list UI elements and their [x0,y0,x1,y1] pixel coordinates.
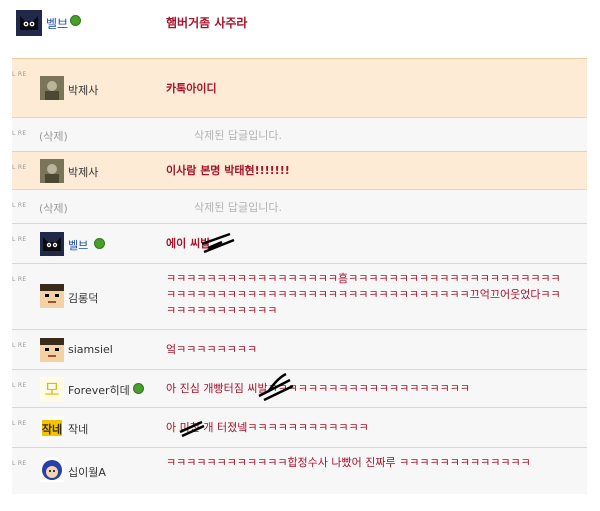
pixel-face-avatar-icon[interactable] [40,284,64,308]
comment-item: L RE 모 Forever히데 아 진심 개빵터짐 씨발ㅋㅋㅋㅋㅋㅋㅋㅋㅋㅋㅋ… [12,369,587,407]
comment-author-nickname[interactable]: 벨브 [68,237,88,253]
reply-marker-icon: L RE [12,420,27,427]
comment-text: 아 진심 개빵터짐 씨발ㅋㅋㅋㅋㅋㅋㅋㅋㅋㅋㅋㅋㅋㅋㅋㅋㅋㅋㅋㅋ [166,382,470,395]
deleted-comment-item: L RE (삭제) 삭제된 답글입니다. [12,117,587,151]
censor-scribble-icon [258,372,294,402]
comment-text: 엌ㅋㅋㅋㅋㅋㅋㅋㅋ [166,343,258,356]
jakne-text-icon[interactable]: 작네 [40,416,64,440]
comment-text: 카톡아이디 [166,82,217,95]
comment-author-nickname[interactable]: siamsiel [68,343,113,356]
comment-item: L RE 벨브 에이 씨발 [12,223,587,263]
comment-author-nickname[interactable]: 박제사 [68,82,98,98]
censor-scribble-icon [201,232,235,254]
reply-marker-icon: L RE [12,382,27,389]
comment-author-nickname[interactable]: Forever히데 [68,382,130,398]
reply-marker-icon: L RE [12,276,27,283]
comment-author-nickname[interactable]: 작네 [68,421,88,437]
deleted-comment-text: 삭제된 답글입니다. [194,201,282,214]
deleted-comment-text: 삭제된 답글입니다. [194,129,282,142]
comment-author-nickname[interactable]: 박제사 [68,164,98,180]
comment-item: L RE 작네 작네 아 미친 개 터졌넼ㅋㅋㅋㅋㅋㅋㅋㅋㅋㅋㅋㅋ [12,407,587,447]
reply-marker-icon: L RE [12,342,27,349]
reply-marker-icon: L RE [12,236,27,243]
comment-author-nickname[interactable]: 십이월A [68,464,106,480]
green-level-badge-icon [70,15,81,26]
comment-item: L RE siamsiel 엌ㅋㅋㅋㅋㅋㅋㅋㅋ [12,329,587,369]
black-cat-icon[interactable] [16,10,42,36]
photo-avatar-icon[interactable] [40,76,64,100]
censor-scribble-icon [179,420,205,438]
green-level-badge-icon [94,238,105,249]
reply-marker-icon: L RE [12,202,27,209]
reply-marker-icon: L RE [12,71,27,78]
reply-marker-icon: L RE [12,460,27,467]
comment-item: L RE 박제사 이사람 본명 박태현!!!!!!! [12,151,587,189]
green-level-badge-icon [133,383,144,394]
pixel-face-avatar-icon[interactable] [40,338,64,362]
deleted-nickname: (삭제) [39,130,68,143]
comment-item: L RE 박제사 카톡아이디 [12,58,587,117]
original-post: 벨브 햄버거좀 사주라 [12,0,587,58]
comment-item: L RE 김롱덕 ㅋㅋㅋㅋㅋㅋㅋㅋㅋㅋㅋㅋㅋㅋㅋㅋㅋ흠ㅋㅋㅋㅋㅋㅋㅋㅋㅋㅋㅋㅋㅋ… [12,263,587,329]
deleted-comment-item: L RE (삭제) 삭제된 답글입니다. [12,189,587,223]
deleted-nickname: (삭제) [39,202,68,215]
photo-avatar-icon[interactable] [40,159,64,183]
comment-text: ㅋㅋㅋㅋㅋㅋㅋㅋㅋㅋㅋㅋㅋㅋㅋㅋㅋ흠ㅋㅋㅋㅋㅋㅋㅋㅋㅋㅋㅋㅋㅋㅋㅋㅋㅋㅋㅋㅋㅋㅋ… [166,272,561,317]
black-cat-icon[interactable] [40,232,64,256]
mo-character-icon[interactable]: 모 [40,377,64,401]
post-text: 햄버거좀 사주라 [166,16,248,30]
reply-marker-icon: L RE [12,130,27,137]
comment-text: 이사람 본명 박태현!!!!!!! [166,164,290,177]
comment-text: ㅋㅋㅋㅋㅋㅋㅋㅋㅋㅋㅋㅋ합정수사 나빴어 진짜루 ㅋㅋㅋㅋㅋㅋㅋㅋㅋㅋㅋㅋㅋ [166,456,531,469]
comment-list: L RE 박제사 카톡아이디 L RE (삭제) 삭제된 답글입니다. L RE… [12,58,587,494]
comment-text: 아 미친 개 터졌넼ㅋㅋㅋㅋㅋㅋㅋㅋㅋㅋㅋㅋ [166,421,369,434]
svg-text:작네: 작네 [42,422,62,436]
blue-helmet-character-icon[interactable] [40,458,64,482]
comment-author-nickname[interactable]: 김롱덕 [68,290,98,306]
svg-text:모: 모 [45,380,60,399]
comment-item: L RE 십이월A ㅋㅋㅋㅋㅋㅋㅋㅋㅋㅋㅋㅋ합정수사 나빴어 진짜루 ㅋㅋㅋㅋㅋ… [12,447,587,494]
reply-marker-icon: L RE [12,164,27,171]
post-author-nickname[interactable]: 벨브 [46,15,68,32]
